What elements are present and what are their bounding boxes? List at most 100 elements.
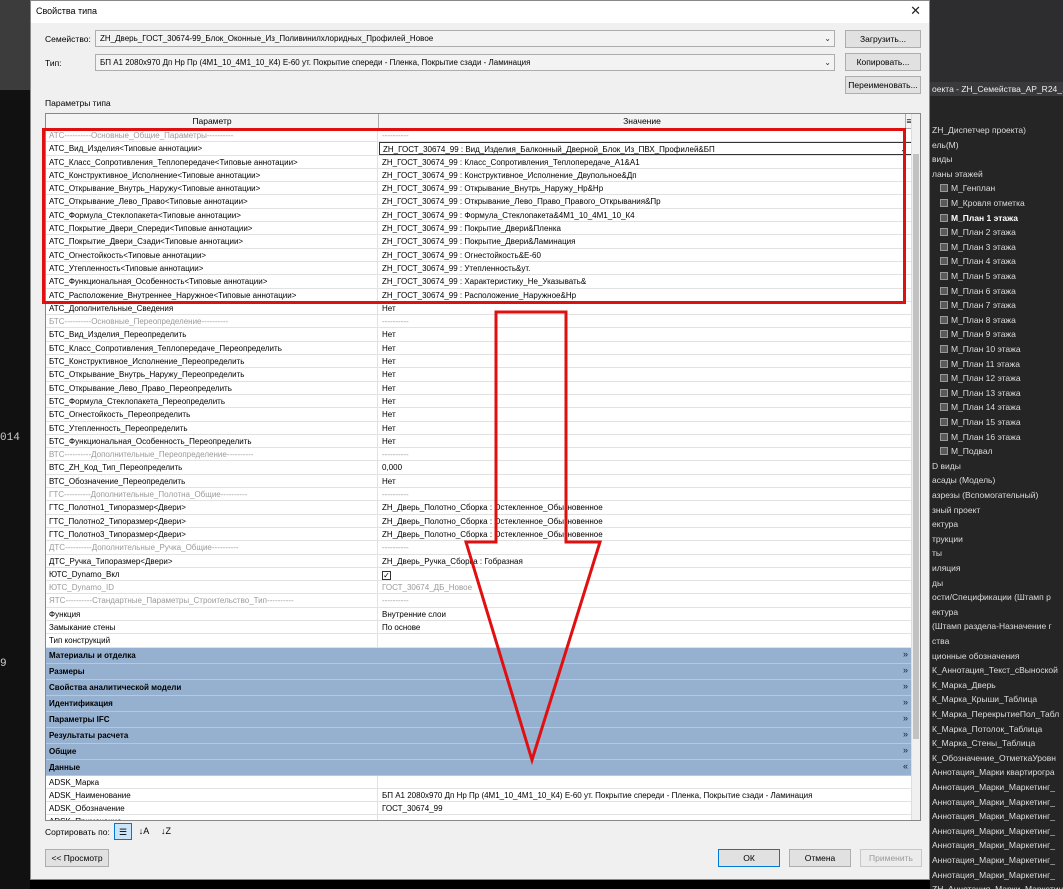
parameter-value[interactable] — [379, 815, 912, 820]
type-select[interactable]: БП А1 2080х970 Дп Нр Пр (4М1_10_4М1_10_К… — [95, 54, 835, 71]
expand-chevron-icon[interactable]: » — [903, 697, 908, 707]
browser-item[interactable]: D виды — [932, 459, 961, 473]
browser-item[interactable]: ционные обозначения — [932, 649, 1020, 663]
parameter-value[interactable]: ZH_ГОСТ_30674_99 : Расположение_Наружное… — [379, 289, 912, 302]
parameter-value[interactable]: ---------- — [379, 594, 912, 607]
expand-chevron-icon[interactable]: » — [903, 681, 908, 691]
browser-item[interactable]: К_Марка_Потолок_Таблица — [932, 722, 1042, 736]
expand-chevron-icon[interactable]: » — [903, 729, 908, 739]
browser-item[interactable]: (Штамп раздела-Назначение г — [932, 619, 1052, 633]
parameter-value[interactable]: Нет — [379, 328, 912, 341]
expand-chevron-icon[interactable]: » — [903, 665, 908, 675]
parameter-value[interactable]: ---------- — [379, 541, 912, 554]
browser-item[interactable]: асады (Модель) — [932, 473, 995, 487]
browser-item[interactable]: Аннотация_Марки_Маркетинг_ — [932, 853, 1055, 867]
parameter-value[interactable]: ---------- — [379, 129, 912, 142]
copy-button[interactable]: Копировать... — [845, 53, 921, 71]
browser-item[interactable]: М_План 16 этажа — [940, 430, 1021, 444]
parameter-value[interactable]: ГОСТ_30674_99 — [379, 802, 912, 815]
parameter-value[interactable] — [379, 634, 912, 647]
parameter-value[interactable]: Нет — [379, 475, 912, 488]
expand-chevron-icon[interactable]: » — [903, 713, 908, 723]
parameter-value[interactable]: ---------- — [379, 488, 912, 501]
load-button[interactable]: Загрузить... — [845, 30, 921, 48]
browser-item[interactable]: иляция — [932, 561, 961, 575]
parameter-value[interactable]: ZH_ГОСТ_30674_99 : Вид_Изделия_Балконный… — [379, 142, 912, 156]
sort-descending-icon[interactable]: ↓Z — [157, 823, 175, 840]
expand-chevron-icon[interactable]: « — [903, 761, 908, 771]
group-row[interactable]: Результаты расчета » — [46, 727, 912, 744]
browser-item[interactable]: Аннотация_Марки_Маркетинг_ — [932, 868, 1055, 882]
parameter-value[interactable]: ZH_ГОСТ_30674_99 : Утепленность&ут. — [379, 262, 912, 275]
parameter-value[interactable]: ZH_ГОСТ_30674_99 : Покрытие_Двери&Пленка — [379, 222, 912, 235]
browser-item[interactable]: ZH_Аннотация_Марки_Маркетинг_ — [932, 882, 1063, 889]
checkbox-checked-icon[interactable]: ✓ — [382, 570, 391, 580]
browser-item[interactable]: М_План 4 этажа — [940, 254, 1016, 268]
parameter-value[interactable]: ZH_Дверь_Ручка_Сборка : Гобразная — [379, 555, 912, 568]
parameter-value[interactable]: ZH_ГОСТ_30674_99 : Класс_Сопротивления_Т… — [379, 156, 912, 169]
group-row[interactable]: Свойства аналитической модели » — [46, 679, 912, 696]
parameter-value[interactable]: Нет — [379, 342, 912, 355]
parameter-value[interactable]: ✓ — [379, 568, 912, 581]
browser-item[interactable]: Аннотация_Марки_Маркетинг_ — [932, 780, 1055, 794]
browser-item[interactable]: трукции — [932, 532, 963, 546]
browser-item[interactable]: К_Марка_Крыши_Таблица — [932, 692, 1037, 706]
parameter-value[interactable]: ГОСТ_30674_ДБ_Новое — [379, 581, 912, 594]
browser-item[interactable]: М_План 6 этажа — [940, 284, 1016, 298]
parameter-value[interactable]: Нет — [379, 408, 912, 421]
rename-button[interactable]: Переименовать... — [845, 76, 921, 94]
sort-grouped-icon[interactable]: ☰ — [114, 823, 132, 840]
parameter-value[interactable]: ZH_Дверь_Полотно_Сборка : Остекленное_Об… — [379, 501, 912, 514]
browser-item[interactable]: Аннотация_Марки_Маркетинг_ — [932, 838, 1055, 852]
browser-item[interactable]: ты — [932, 546, 942, 560]
browser-item[interactable]: ектура — [932, 605, 958, 619]
browser-item[interactable]: Аннотация_Марки квартирогра — [932, 765, 1055, 779]
scrollbar-thumb[interactable] — [913, 154, 919, 739]
browser-item[interactable]: М_Подвал — [940, 444, 993, 458]
group-row[interactable]: Идентификация » — [46, 695, 912, 712]
column-header-value[interactable]: Значение — [379, 114, 906, 128]
sort-ascending-icon[interactable]: ↓A — [135, 823, 153, 840]
parameter-value[interactable]: 0,000 — [379, 461, 912, 474]
browser-item[interactable]: зный проект — [932, 503, 980, 517]
parameter-value[interactable]: ZH_ГОСТ_30674_99 : Открывание_Внутрь_Нар… — [379, 182, 912, 195]
expand-chevron-icon[interactable]: » — [903, 649, 908, 659]
apply-button[interactable]: Применить — [860, 849, 922, 867]
browser-item[interactable]: ель(М) — [932, 138, 959, 152]
group-row[interactable]: Размеры » — [46, 663, 912, 680]
parameter-value[interactable]: ---------- — [379, 315, 912, 328]
group-row[interactable]: Данные « — [46, 759, 912, 776]
parameter-value[interactable]: ZH_ГОСТ_30674_99 : Огнестойкость&Е-60 — [379, 249, 912, 262]
group-row[interactable]: Общие » — [46, 743, 912, 760]
parameter-value[interactable]: ZH_Дверь_Полотно_Сборка : Остекленное_Об… — [379, 515, 912, 528]
browser-item[interactable]: К_Марка_Стены_Таблица — [932, 736, 1035, 750]
browser-item[interactable]: М_План 11 этажа — [940, 357, 1020, 371]
browser-item[interactable]: виды — [932, 152, 952, 166]
parameter-value[interactable]: По основе — [379, 621, 912, 634]
parameter-value[interactable]: ---------- — [379, 448, 912, 461]
browser-item[interactable]: ZH_Диспетчер проекта) — [932, 123, 1026, 137]
column-header-parameter[interactable]: Параметр — [46, 114, 379, 128]
group-row[interactable]: Параметры IFC » — [46, 711, 912, 728]
parameter-value[interactable]: Внутренние слои — [379, 608, 912, 621]
browser-item[interactable]: М_План 15 этажа — [940, 415, 1021, 429]
browser-item[interactable]: Аннотация_Марки_Маркетинг_ — [932, 824, 1055, 838]
grid-scrollbar[interactable] — [911, 114, 920, 820]
parameter-value[interactable]: ZH_ГОСТ_30674_99 : Покрытие_Двери&Ламина… — [379, 235, 912, 248]
browser-item[interactable]: Аннотация_Марки_Маркетинг_ — [932, 809, 1055, 823]
browser-item[interactable]: К_Марка_ПерекрытиеПол_Табл — [932, 707, 1059, 721]
browser-item[interactable]: М_План 5 этажа — [940, 269, 1016, 283]
parameter-value[interactable]: Нет — [379, 355, 912, 368]
expand-chevron-icon[interactable]: » — [903, 745, 908, 755]
browser-item[interactable]: ости/Спецификации (Штамп р — [932, 590, 1051, 604]
ok-button[interactable]: ОК — [718, 849, 780, 867]
parameter-value[interactable]: ZH_Дверь_Полотно_Сборка : Остекленное_Об… — [379, 528, 912, 541]
browser-item[interactable]: азрезы (Вспомогательный) — [932, 488, 1038, 502]
group-row[interactable]: Материалы и отделка » — [46, 647, 912, 664]
browser-item[interactable]: К_Обозначение_ОтметкаУровн — [932, 751, 1056, 765]
chevron-down-icon[interactable]: ⌄ — [900, 143, 907, 154]
browser-item[interactable]: М_План 9 этажа — [940, 327, 1016, 341]
browser-item[interactable]: ектура — [932, 517, 958, 531]
browser-item[interactable]: М_План 12 этажа — [940, 371, 1021, 385]
browser-item[interactable]: М_План 8 этажа — [940, 313, 1016, 327]
